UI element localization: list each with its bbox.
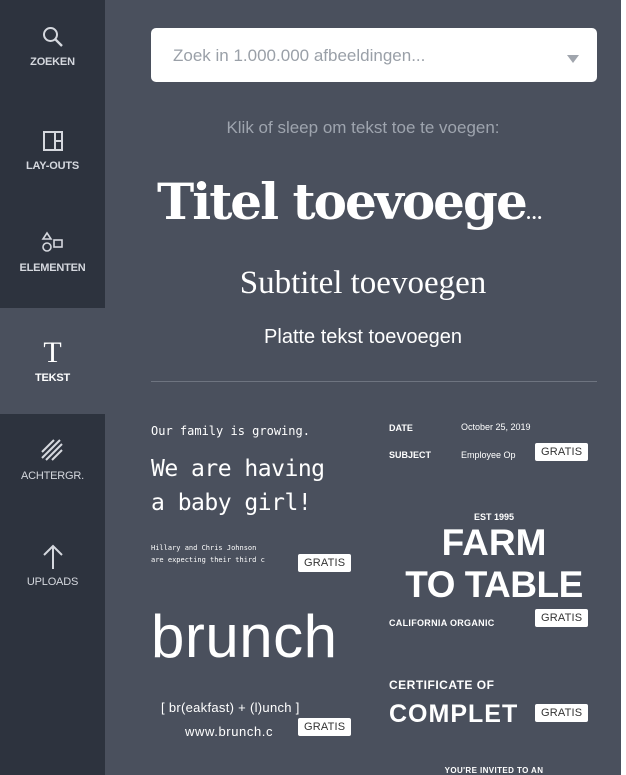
template-baby-announcement[interactable]: Our family is growing. We are having a b… [151,420,366,580]
template-baby-line5: are expecting their third c [151,556,265,564]
template-brunch-line1: [ br(eakfast) + (l)unch ] [161,700,300,715]
gratis-badge: GRATIS [535,609,589,627]
sidebar-item-achtergr[interactable]: ACHTERGR. [0,436,105,506]
template-baby-line3: a baby girl! [151,490,312,516]
upload-arrow-icon [38,542,68,572]
template-baby-line1: Our family is growing. [151,424,310,438]
panel-hint: Klik of sleep om tekst toe te voegen: [226,118,500,137]
add-title-option[interactable]: Titel toevoege... [157,172,597,231]
sidebar-item-label: TEKST [34,372,71,384]
shapes-icon [38,228,68,258]
search-box [151,28,597,84]
template-certificate[interactable]: CERTIFICATE OF COMPLET GRATIS [389,676,599,736]
add-title-text: Titel toevoege [157,172,528,231]
template-memo[interactable]: DATE October 25, 2019 SUBJECT Employee O… [389,418,599,468]
sidebar-item-label: ACHTERGR. [21,470,84,482]
title-ellipsis: ... [525,204,543,223]
template-farm-tagline: CALIFORNIA ORGANIC [389,618,495,628]
gratis-badge: GRATIS [298,554,352,572]
template-invite-line1: YOU'RE INVITED TO AN [444,766,544,775]
sidebar-item-label: ZOEKEN [30,56,75,68]
template-brunch-line2: www.brunch.c [185,724,274,739]
template-farm-line1: FARM [441,522,547,563]
search-input[interactable] [171,28,555,84]
sidebar-item-uploads[interactable]: UPLOADS [0,542,105,612]
template-memo-subject-value: Employee Op [461,450,516,460]
add-body-text-option[interactable]: Platte tekst toevoegen [105,326,621,349]
divider [151,381,597,382]
add-subtitle-option[interactable]: Subtitel toevoegen [105,265,621,302]
gratis-badge: GRATIS [535,704,589,722]
template-farm-to-table[interactable]: EST 1995 FARM TO TABLE CALIFORNIA ORGANI… [389,508,599,634]
template-memo-date-value: October 25, 2019 [461,422,531,432]
chevron-down-icon[interactable] [567,50,579,68]
template-farm-est: EST 1995 [473,512,515,522]
sidebar: ZOEKEN LAY-OUTS ELEMENTEN T TEKST ACHTER… [0,0,105,775]
gratis-badge: GRATIS [535,443,589,461]
sidebar-item-label: ELEMENTEN [19,262,86,274]
template-farm-line2: TO TABLE [405,564,583,605]
gratis-badge: GRATIS [298,718,352,736]
background-pattern-icon [38,436,68,466]
text-icon: T [43,336,62,369]
sidebar-item-zoeken[interactable]: ZOEKEN [0,22,105,92]
template-cert-line1: CERTIFICATE OF [389,678,495,692]
template-brunch[interactable]: brunch [ br(eakfast) + (l)unch ] www.bru… [151,603,366,747]
sidebar-item-label: LAY-OUTS [25,160,79,172]
search-icon [38,22,68,52]
sidebar-item-tekst[interactable]: T TEKST [0,308,105,414]
template-invite[interactable]: YOU'RE INVITED TO AN [389,764,599,775]
sidebar-item-elementen[interactable]: ELEMENTEN [0,228,105,298]
template-baby-line4: Hillary and Chris Johnson [151,544,257,552]
sidebar-item-label: UPLOADS [26,576,79,588]
template-cert-line2: COMPLET [389,700,519,728]
layout-icon [38,126,68,156]
template-memo-date-label: DATE [389,423,413,433]
template-brunch-word: brunch [151,603,338,670]
sidebar-item-lay-outs[interactable]: LAY-OUTS [0,126,105,196]
template-memo-subject-label: SUBJECT [389,450,432,460]
text-panel: Klik of sleep om tekst toe te voegen: Ti… [105,0,621,775]
template-baby-line2: We are having [151,456,325,482]
